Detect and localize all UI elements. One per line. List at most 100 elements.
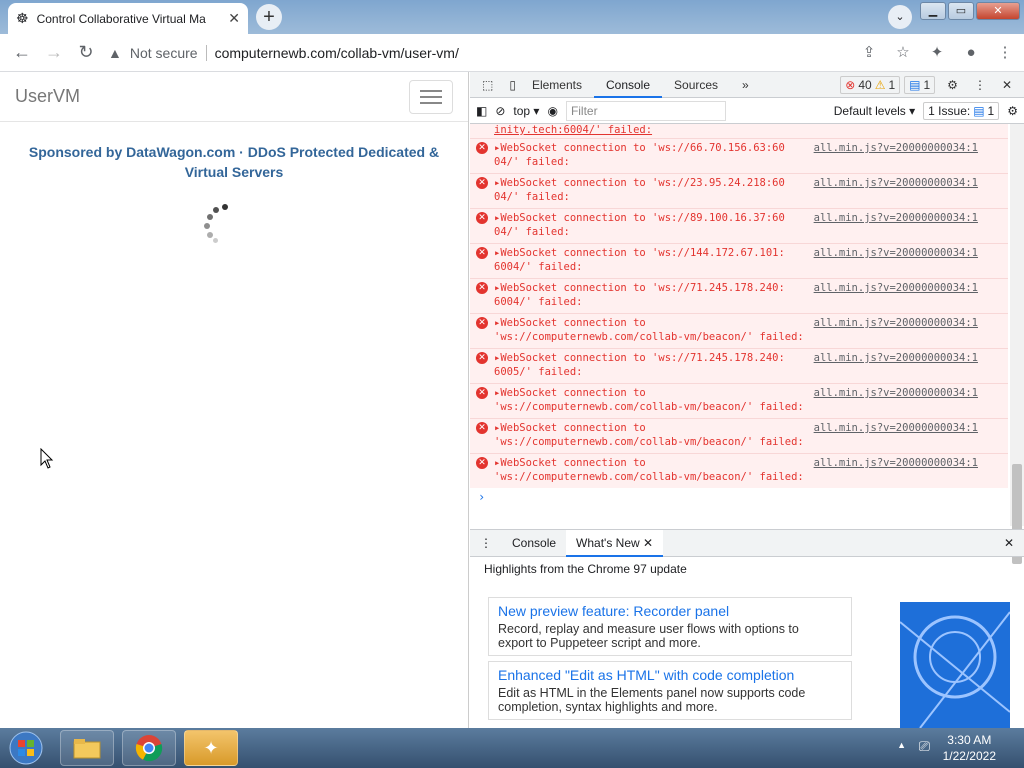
address-bar[interactable]: ▲ Not secure computernewb.com/collab-vm/…: [108, 37, 900, 69]
message-counter[interactable]: ▤ 1: [904, 75, 936, 94]
bookmark-star-icon[interactable]: ☆: [890, 38, 916, 66]
tab-sources[interactable]: Sources: [662, 72, 730, 98]
whats-new-card[interactable]: Enhanced "Edit as HTML" with code comple…: [488, 661, 852, 720]
devtools-settings-icon[interactable]: ⚙: [935, 72, 970, 98]
console-error-message[interactable]: ✕ ▸WebSocket connection to 'ws://71.245.1…: [470, 348, 1008, 383]
console-prompt[interactable]: ›: [470, 488, 1008, 506]
console-error-message[interactable]: ✕ ▸WebSocket connection to 'ws://66.70.15…: [470, 138, 1008, 173]
more-tabs-button[interactable]: »: [730, 72, 761, 98]
message-source-link[interactable]: all.min.js?v=20000000034:1: [814, 211, 978, 225]
devtools-menu-icon[interactable]: ⋮: [970, 72, 990, 98]
tab-elements[interactable]: Elements: [520, 72, 594, 98]
message-text-line-2: 04/' failed:: [494, 226, 570, 238]
console-output: inity.tech:6004/' failed: ✕ ▸WebSocket co…: [470, 124, 1008, 526]
context-selector[interactable]: top ▾: [513, 104, 539, 118]
message-source-link[interactable]: all.min.js?v=20000000034:1: [814, 351, 978, 365]
message-text-line-2: 04/' failed:: [494, 191, 570, 203]
tab-close-icon[interactable]: ✕: [228, 10, 240, 27]
start-button[interactable]: [4, 730, 48, 766]
tray-show-hidden-icon[interactable]: ▲: [897, 740, 906, 750]
message-source-link[interactable]: all.min.js?v=20000000034:1: [814, 176, 978, 190]
truncated-message: inity.tech:6004/' failed:: [470, 124, 1008, 138]
console-error-message[interactable]: ✕ ▸WebSocket connection to 'ws://computern…: [470, 418, 1008, 453]
new-tab-button[interactable]: +: [256, 4, 282, 30]
sponsor-link[interactable]: Sponsored by DataWagon.com · DDoS Protec…: [0, 142, 468, 182]
device-toolbar-icon[interactable]: ▯: [505, 72, 520, 98]
message-text-line-1: ▸WebSocket connection to 'ws://23.95.24.…: [494, 177, 785, 189]
message-source-link[interactable]: all.min.js?v=20000000034:1: [814, 141, 978, 155]
drawer-tab-whats-new[interactable]: What's New ✕: [566, 529, 664, 557]
issues-label: 1 Issue:: [928, 103, 971, 118]
clear-console-icon[interactable]: ⊘: [495, 104, 505, 118]
message-text-line-2: 'ws://computernewb.com/collab-vm/beacon/…: [494, 436, 804, 448]
extensions-icon[interactable]: ✦: [924, 38, 950, 66]
sidebar-toggle-icon[interactable]: ◧: [476, 104, 487, 118]
console-error-message[interactable]: ✕ ▸WebSocket connection to 'ws://89.100.1…: [470, 208, 1008, 243]
system-clock[interactable]: 3:30 AM 1/22/2022: [943, 732, 996, 764]
card-title[interactable]: Enhanced "Edit as HTML" with code comple…: [498, 667, 842, 683]
menu-kebab-icon[interactable]: ⋮: [992, 38, 1018, 66]
navbar-toggle-button[interactable]: [409, 79, 453, 114]
issues-button[interactable]: 1 Issue: ▤ 1: [923, 101, 1000, 120]
close-tab-icon[interactable]: ✕: [643, 536, 653, 550]
maximize-button[interactable]: ▭: [948, 2, 974, 20]
chrome-icon: [135, 735, 163, 762]
clock-date: 1/22/2022: [942, 749, 996, 763]
message-text-line-2: 6004/' failed:: [494, 296, 583, 308]
issue-icon: ▤: [973, 103, 985, 118]
browser-tab[interactable]: ☸ Control Collaborative Virtual Ma ✕: [8, 3, 248, 34]
message-source-link[interactable]: all.min.js?v=20000000034:1: [814, 456, 978, 470]
log-levels-dropdown[interactable]: Default levels ▾: [834, 104, 915, 118]
message-source-link[interactable]: all.min.js?v=20000000034:1: [814, 421, 978, 435]
back-button[interactable]: ←: [6, 37, 38, 69]
message-text-line-1: ▸WebSocket connection to 'ws://71.245.17…: [494, 282, 785, 294]
clock-time: 3:30 AM: [947, 733, 992, 747]
console-filter-input[interactable]: Filter: [565, 100, 726, 121]
devtools-close-icon[interactable]: ✕: [990, 72, 1024, 98]
console-scrollbar[interactable]: [1010, 124, 1024, 564]
inspect-element-icon[interactable]: ⬚: [470, 72, 505, 98]
not-secure-label: Not secure: [129, 45, 198, 61]
reload-button[interactable]: ↻: [70, 37, 102, 69]
card-title[interactable]: New preview feature: Recorder panel: [498, 603, 842, 619]
drawer-menu-icon[interactable]: ⋮: [470, 530, 502, 557]
console-settings-icon[interactable]: ⚙: [1007, 104, 1018, 118]
close-drawer-icon[interactable]: ✕: [994, 530, 1024, 557]
console-error-message[interactable]: ✕ ▸WebSocket connection to 'ws://144.172.…: [470, 243, 1008, 278]
close-window-button[interactable]: ✕: [976, 2, 1020, 20]
profile-avatar-icon[interactable]: ●: [958, 38, 984, 66]
message-text-line-2: 6005/' failed:: [494, 366, 583, 378]
app-taskbar-button[interactable]: ✦: [184, 730, 238, 766]
promo-illustration-icon: [900, 611, 1010, 728]
brand-logo[interactable]: UserVM: [15, 86, 80, 107]
share-icon[interactable]: ⇪: [856, 38, 882, 66]
console-error-message[interactable]: ✕ ▸WebSocket connection to 'ws://computern…: [470, 313, 1008, 348]
message-text-line-1: ▸WebSocket connection to: [494, 457, 646, 469]
live-expression-eye-icon[interactable]: ◉: [547, 104, 557, 118]
message-text-line-2: 'ws://computernewb.com/collab-vm/beacon/…: [494, 471, 804, 483]
drawer-tab-console[interactable]: Console: [502, 530, 566, 557]
whats-new-heading: Highlights from the Chrome 97 update: [484, 562, 687, 576]
console-error-message[interactable]: ✕ ▸WebSocket connection to 'ws://computern…: [470, 453, 1008, 488]
message-text-line-1: ▸WebSocket connection to 'ws://66.70.156…: [494, 142, 785, 154]
message-source-link[interactable]: all.min.js?v=20000000034:1: [814, 316, 978, 330]
network-icon[interactable]: ⎚: [919, 738, 930, 755]
message-source-link[interactable]: all.min.js?v=20000000034:1: [814, 246, 978, 260]
console-error-message[interactable]: ✕ ▸WebSocket connection to 'ws://computern…: [470, 383, 1008, 418]
file-explorer-taskbar-button[interactable]: [60, 730, 114, 766]
tab-console[interactable]: Console: [593, 72, 663, 98]
error-warning-counter[interactable]: ⊗ 40 ⚠ 1: [840, 75, 901, 94]
hamburger-line: [420, 95, 442, 98]
message-text-line-1: ▸WebSocket connection to: [494, 317, 646, 329]
error-icon: ✕: [476, 352, 488, 364]
whats-new-card[interactable]: New preview feature: Recorder panel Reco…: [488, 597, 852, 656]
error-icon: ✕: [476, 212, 488, 224]
console-error-message[interactable]: ✕ ▸WebSocket connection to 'ws://71.245.1…: [470, 278, 1008, 313]
chrome-taskbar-button[interactable]: [122, 730, 176, 766]
message-source-link[interactable]: all.min.js?v=20000000034:1: [814, 386, 978, 400]
message-source-link[interactable]: all.min.js?v=20000000034:1: [814, 281, 978, 295]
console-error-message[interactable]: ✕ ▸WebSocket connection to 'ws://23.95.24…: [470, 173, 1008, 208]
minimize-button[interactable]: ▁: [920, 2, 946, 20]
tab-search-button[interactable]: ⌄: [888, 5, 912, 29]
forward-button[interactable]: →: [38, 37, 70, 69]
